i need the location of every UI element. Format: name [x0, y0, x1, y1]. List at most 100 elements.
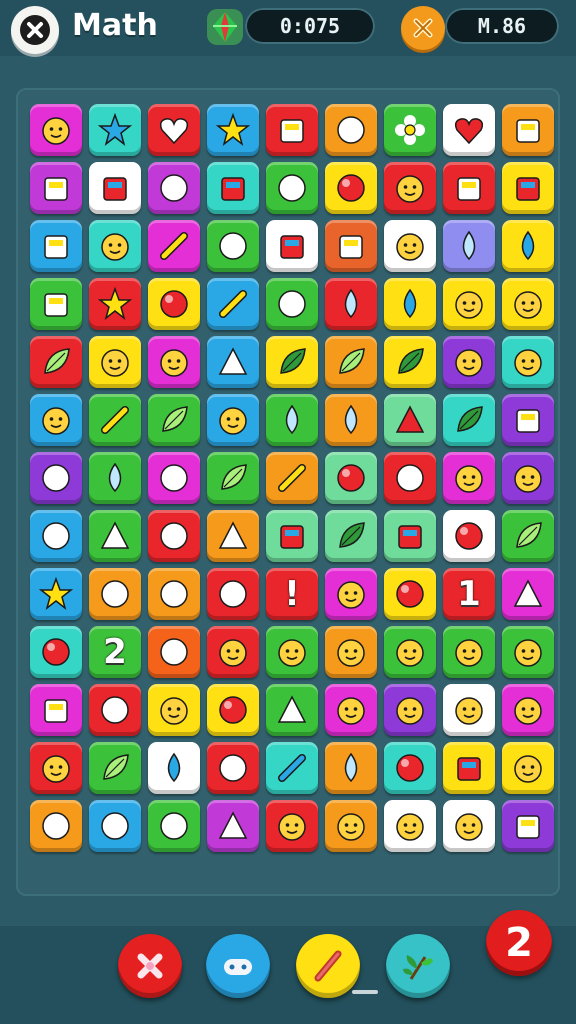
tile-r12-c4[interactable] — [207, 742, 259, 794]
cross-powerup-button[interactable] — [118, 934, 182, 998]
tile-r7-c3[interactable] — [148, 452, 200, 504]
tile-r2-c9[interactable] — [502, 162, 554, 214]
tile-r4-c5[interactable] — [266, 278, 318, 330]
tile-r8-c1[interactable] — [30, 510, 82, 562]
tile-r2-c4[interactable] — [207, 162, 259, 214]
tile-r8-c8[interactable] — [443, 510, 495, 562]
coin-button[interactable] — [401, 6, 445, 50]
tile-r2-c2[interactable] — [89, 162, 141, 214]
tile-r11-c7[interactable] — [384, 684, 436, 736]
tile-r3-c2[interactable] — [89, 220, 141, 272]
tile-r8-c2[interactable] — [89, 510, 141, 562]
tile-r8-c9[interactable] — [502, 510, 554, 562]
tile-r12-c6[interactable] — [325, 742, 377, 794]
tile-r9-c1[interactable] — [30, 568, 82, 620]
tile-r11-c3[interactable] — [148, 684, 200, 736]
tile-r6-c8[interactable] — [443, 394, 495, 446]
tile-r2-c7[interactable] — [384, 162, 436, 214]
tile-r9-c6[interactable] — [325, 568, 377, 620]
tile-r7-c1[interactable] — [30, 452, 82, 504]
tile-r4-c9[interactable] — [502, 278, 554, 330]
tile-r10-c5[interactable] — [266, 626, 318, 678]
tile-r2-c5[interactable] — [266, 162, 318, 214]
tile-r12-c3[interactable] — [148, 742, 200, 794]
tile-r3-c5[interactable] — [266, 220, 318, 272]
moves-badge[interactable]: 2 — [486, 910, 552, 976]
tile-r5-c3[interactable] — [148, 336, 200, 388]
tile-r6-c2[interactable] — [89, 394, 141, 446]
tile-r5-c5[interactable] — [266, 336, 318, 388]
tile-r12-c7[interactable] — [384, 742, 436, 794]
tile-r11-c4[interactable] — [207, 684, 259, 736]
close-button[interactable] — [11, 6, 59, 54]
tile-r4-c8[interactable] — [443, 278, 495, 330]
tile-r7-c5[interactable] — [266, 452, 318, 504]
tile-r13-c4[interactable] — [207, 800, 259, 852]
tile-r11-c5[interactable] — [266, 684, 318, 736]
tile-r1-c5[interactable] — [266, 104, 318, 156]
tile-r1-c4[interactable] — [207, 104, 259, 156]
tile-r12-c9[interactable] — [502, 742, 554, 794]
tile-r3-c7[interactable] — [384, 220, 436, 272]
tile-r13-c5[interactable] — [266, 800, 318, 852]
tile-r12-c8[interactable] — [443, 742, 495, 794]
tile-r3-c4[interactable] — [207, 220, 259, 272]
tile-r5-c7[interactable] — [384, 336, 436, 388]
tile-r10-c1[interactable] — [30, 626, 82, 678]
tile-r12-c5[interactable] — [266, 742, 318, 794]
tile-r1-c7[interactable] — [384, 104, 436, 156]
tile-r12-c1[interactable] — [30, 742, 82, 794]
tile-r6-c3[interactable] — [148, 394, 200, 446]
tile-r10-c4[interactable] — [207, 626, 259, 678]
tile-r2-c1[interactable] — [30, 162, 82, 214]
tile-r7-c9[interactable] — [502, 452, 554, 504]
tile-r2-c6[interactable] — [325, 162, 377, 214]
tile-r11-c2[interactable] — [89, 684, 141, 736]
tile-r10-c2[interactable]: 2 — [89, 626, 141, 678]
tile-r5-c6[interactable] — [325, 336, 377, 388]
tile-r6-c5[interactable] — [266, 394, 318, 446]
tile-r6-c9[interactable] — [502, 394, 554, 446]
tile-r5-c2[interactable] — [89, 336, 141, 388]
tile-r4-c7[interactable] — [384, 278, 436, 330]
tile-r9-c8[interactable]: 1 — [443, 568, 495, 620]
tile-r4-c6[interactable] — [325, 278, 377, 330]
tile-r10-c3[interactable] — [148, 626, 200, 678]
tile-r12-c2[interactable] — [89, 742, 141, 794]
tile-r9-c2[interactable] — [89, 568, 141, 620]
tile-r1-c8[interactable] — [443, 104, 495, 156]
tile-r3-c3[interactable] — [148, 220, 200, 272]
tile-r1-c3[interactable] — [148, 104, 200, 156]
tile-r6-c4[interactable] — [207, 394, 259, 446]
plant-powerup-button[interactable] — [386, 934, 450, 998]
tile-r6-c7[interactable] — [384, 394, 436, 446]
tile-r13-c2[interactable] — [89, 800, 141, 852]
tile-r7-c2[interactable] — [89, 452, 141, 504]
tile-r3-c8[interactable] — [443, 220, 495, 272]
tile-r9-c3[interactable] — [148, 568, 200, 620]
tile-r6-c1[interactable] — [30, 394, 82, 446]
tile-r7-c7[interactable] — [384, 452, 436, 504]
tile-r8-c7[interactable] — [384, 510, 436, 562]
tile-r5-c1[interactable] — [30, 336, 82, 388]
tile-r3-c9[interactable] — [502, 220, 554, 272]
tile-r10-c7[interactable] — [384, 626, 436, 678]
tile-r11-c6[interactable] — [325, 684, 377, 736]
tile-r11-c1[interactable] — [30, 684, 82, 736]
tile-r13-c1[interactable] — [30, 800, 82, 852]
tile-r6-c6[interactable] — [325, 394, 377, 446]
tile-r7-c4[interactable] — [207, 452, 259, 504]
tile-r10-c6[interactable] — [325, 626, 377, 678]
tile-r13-c7[interactable] — [384, 800, 436, 852]
tile-r13-c9[interactable] — [502, 800, 554, 852]
tile-r8-c5[interactable] — [266, 510, 318, 562]
tile-r9-c9[interactable] — [502, 568, 554, 620]
tile-r10-c9[interactable] — [502, 626, 554, 678]
tile-r1-c1[interactable] — [30, 104, 82, 156]
tile-r11-c9[interactable] — [502, 684, 554, 736]
tile-r1-c2[interactable] — [89, 104, 141, 156]
tile-r5-c9[interactable] — [502, 336, 554, 388]
tile-r7-c8[interactable] — [443, 452, 495, 504]
tile-r2-c8[interactable] — [443, 162, 495, 214]
tile-r8-c4[interactable] — [207, 510, 259, 562]
